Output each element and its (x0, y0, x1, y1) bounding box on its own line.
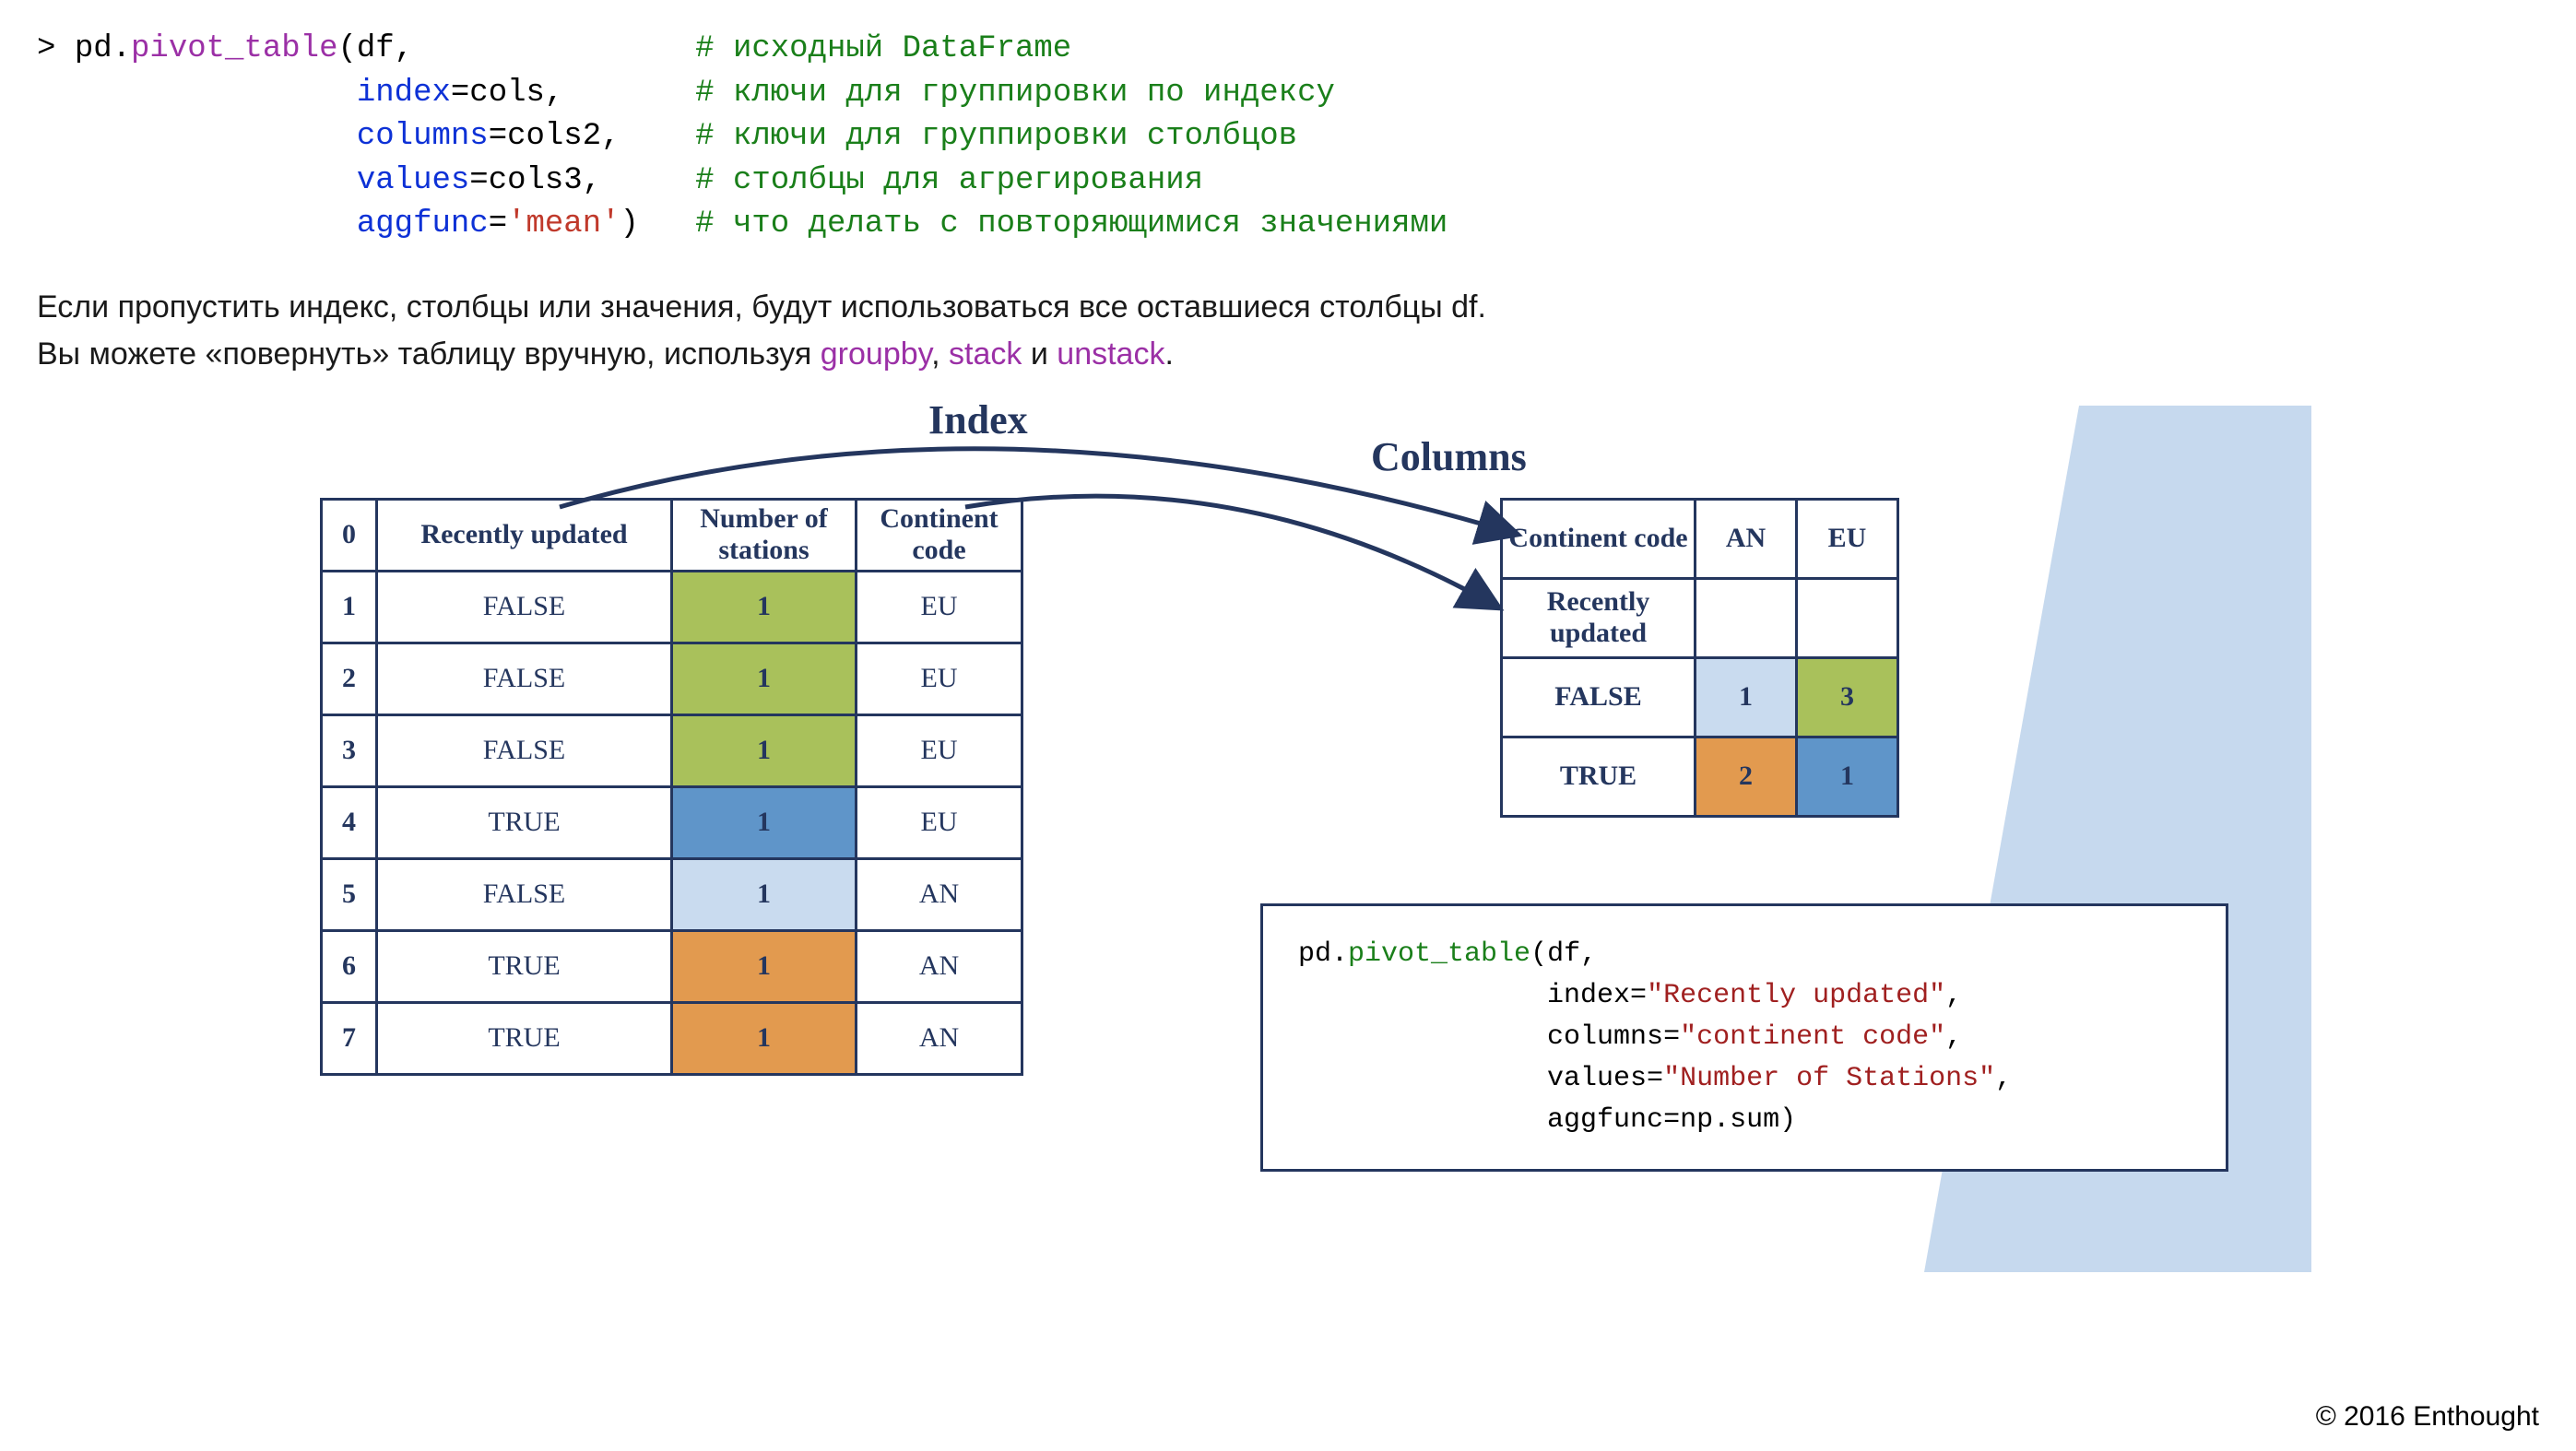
label-index: Index (928, 396, 1028, 443)
code2-fn: pivot_table (1348, 938, 1530, 970)
code-arg-df: df (357, 31, 395, 66)
link-groupby: groupby (821, 336, 931, 372)
row-index: 4 (322, 786, 377, 858)
row-recently-updated: TRUE (377, 930, 672, 1002)
row-num-stations: 1 (672, 858, 857, 930)
row-continent-code: EU (857, 571, 1022, 643)
res-header-continent-code: Continent code (1502, 499, 1696, 578)
row-continent-code: AN (857, 930, 1022, 1002)
code-kw-values: values (357, 163, 469, 198)
table-row: 7TRUE1AN (322, 1002, 1022, 1074)
row-recently-updated: TRUE (377, 786, 672, 858)
res-cell-true-an: 2 (1696, 737, 1797, 816)
para-line1: Если пропустить индекс, столбцы или знач… (37, 289, 1486, 324)
code-module: pd (75, 31, 112, 66)
row-index: 1 (322, 571, 377, 643)
code-comment-2: # ключи для группировки по индексу (695, 76, 1335, 111)
code-val-index: cols (469, 76, 545, 111)
code-val-aggfunc: 'mean' (507, 206, 620, 242)
res-row-false: FALSE (1502, 657, 1696, 737)
result-pivot-table: Continent code AN EU Recently updated FA… (1500, 498, 1899, 818)
row-index: 3 (322, 714, 377, 786)
src-header-index: 0 (322, 499, 377, 571)
row-num-stations: 1 (672, 786, 857, 858)
row-recently-updated: FALSE (377, 858, 672, 930)
code2-values-val: "Number of Stations" (1663, 1063, 1995, 1094)
row-num-stations: 1 (672, 571, 857, 643)
res-row-true: TRUE (1502, 737, 1696, 816)
row-index: 2 (322, 643, 377, 714)
row-continent-code: EU (857, 714, 1022, 786)
pivot-diagram: Index Columns 0 Recently updated Number … (320, 406, 2256, 1272)
code2-aggfunc-line: aggfunc=np.sum) (1298, 1104, 1796, 1136)
src-header-continent-code: Continent code (857, 499, 1022, 571)
res-cell-false-an: 1 (1696, 657, 1797, 737)
row-index: 5 (322, 858, 377, 930)
src-header-recently-updated: Recently updated (377, 499, 672, 571)
row-num-stations: 1 (672, 643, 857, 714)
label-columns: Columns (1371, 433, 1527, 480)
code-comment-5: # что делать с повторяющимися значениями (695, 206, 1448, 242)
example-code-box: pd.pivot_table(df, index="Recently updat… (1260, 903, 2228, 1172)
row-recently-updated: FALSE (377, 714, 672, 786)
code-fn: pivot_table (131, 31, 337, 66)
res-cell-empty (1797, 578, 1898, 657)
para-line2-start: Вы можете «повернуть» таблицу вручную, и… (37, 336, 821, 372)
code2-columns-val: "continent code" (1680, 1021, 1945, 1053)
res-header-an: AN (1696, 499, 1797, 578)
code-comment-1: # исходный DataFrame (695, 31, 1071, 66)
row-recently-updated: FALSE (377, 643, 672, 714)
table-row: 1FALSE1EU (322, 571, 1022, 643)
link-unstack: unstack (1057, 336, 1164, 372)
src-header-num-stations: Number of stations (672, 499, 857, 571)
row-continent-code: AN (857, 1002, 1022, 1074)
res-header-eu: EU (1797, 499, 1898, 578)
code2-index-val: "Recently updated" (1647, 980, 1945, 1011)
res-cell-false-eu: 3 (1797, 657, 1898, 737)
table-row: 2FALSE1EU (322, 643, 1022, 714)
row-continent-code: EU (857, 786, 1022, 858)
row-num-stations: 1 (672, 1002, 857, 1074)
res-cell-empty (1696, 578, 1797, 657)
explanation-paragraph: Если пропустить индекс, столбцы или знач… (37, 284, 2539, 378)
code-kw-index: index (357, 76, 451, 111)
link-stack: stack (949, 336, 1022, 372)
pivot-table-code: > pd.pivot_table(df, # исходный DataFram… (37, 28, 2539, 247)
code-prompt: > (37, 31, 75, 66)
table-row: 6TRUE1AN (322, 930, 1022, 1002)
code-kw-columns: columns (357, 119, 489, 154)
row-recently-updated: FALSE (377, 571, 672, 643)
code-comment-4: # столбцы для агрегирования (695, 163, 1203, 198)
code-val-values: cols3 (489, 163, 583, 198)
row-continent-code: EU (857, 643, 1022, 714)
res-cell-true-eu: 1 (1797, 737, 1898, 816)
row-index: 6 (322, 930, 377, 1002)
row-continent-code: AN (857, 858, 1022, 930)
res-header-recently-updated: Recently updated (1502, 578, 1696, 657)
table-row: 3FALSE1EU (322, 714, 1022, 786)
code-comment-3: # ключи для группировки столбцов (695, 119, 1297, 154)
row-recently-updated: TRUE (377, 1002, 672, 1074)
code-kw-aggfunc: aggfunc (357, 206, 489, 242)
row-num-stations: 1 (672, 930, 857, 1002)
source-dataframe-table: 0 Recently updated Number of stations Co… (320, 498, 1023, 1076)
copyright-notice: © 2016 Enthought (2316, 1401, 2539, 1433)
table-row: 4TRUE1EU (322, 786, 1022, 858)
code-val-columns: cols2 (507, 119, 601, 154)
row-index: 7 (322, 1002, 377, 1074)
table-row: 5FALSE1AN (322, 858, 1022, 930)
row-num-stations: 1 (672, 714, 857, 786)
